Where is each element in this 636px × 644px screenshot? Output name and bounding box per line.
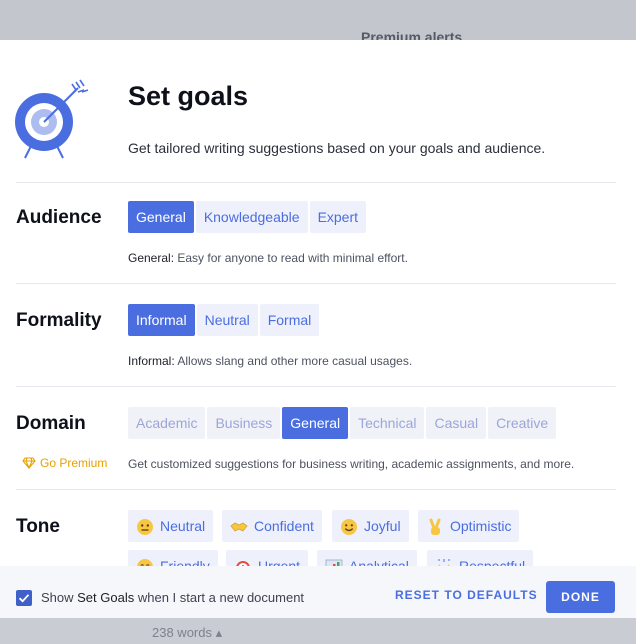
dialog-title: Set goals <box>128 81 249 111</box>
domain-option-academic[interactable]: Academic <box>128 407 206 439</box>
divider <box>16 386 616 387</box>
formality-option-informal[interactable]: Informal <box>128 304 195 336</box>
domain-option-technical[interactable]: Technical <box>350 407 425 439</box>
formality-description: Informal: Allows slang and other more ca… <box>128 354 412 368</box>
divider <box>16 283 616 284</box>
divider <box>16 489 616 490</box>
audience-description: General: Easy for anyone to read with mi… <box>128 251 408 265</box>
background-status-bar: 238 words ▴ <box>0 618 636 644</box>
audience-option-expert[interactable]: Expert <box>309 201 367 233</box>
tone-label-confident: Confident <box>254 518 314 534</box>
domain-description: Get customized suggestions for business … <box>128 457 575 471</box>
domain-label: Domain <box>16 413 86 434</box>
formality-option-formal[interactable]: Formal <box>259 304 320 336</box>
background-toolbar: Premium alerts <box>0 0 636 45</box>
formality-option-neutral[interactable]: Neutral <box>196 304 258 336</box>
domain-option-creative[interactable]: Creative <box>488 407 557 439</box>
dialog-subtitle: Get tailored writing suggestions based o… <box>128 140 546 156</box>
domain-option-casual[interactable]: Casual <box>426 407 487 439</box>
smile-face-icon <box>341 519 357 536</box>
target-arrow-icon <box>15 79 89 159</box>
audience-desc-term: General: <box>128 251 175 265</box>
show-on-start-checkbox[interactable] <box>16 590 32 606</box>
tone-label-neutral: Neutral <box>160 518 206 534</box>
handshake-icon <box>230 522 248 532</box>
domain-option-business[interactable]: Business <box>207 407 281 439</box>
go-premium-link[interactable]: Go Premium <box>22 456 107 470</box>
word-count[interactable]: 238 words ▴ <box>152 625 222 641</box>
divider <box>16 182 616 183</box>
dialog-footer: Show Set Goals when I start a new docume… <box>0 566 636 618</box>
checkmark-icon <box>18 594 30 603</box>
tone-option-confident[interactable]: Confident <box>222 510 322 542</box>
tone-label: Tone <box>16 516 60 537</box>
formality-selector: Informal Neutral Formal <box>128 304 320 336</box>
set-goals-dialog: Set goals Get tailored writing suggestio… <box>0 40 636 618</box>
formality-label: Formality <box>16 310 102 331</box>
formality-desc-text: Allows slang and other more casual usage… <box>174 354 413 368</box>
audience-option-general[interactable]: General <box>128 201 194 233</box>
victory-hand-icon <box>429 518 441 536</box>
domain-option-general[interactable]: General <box>282 407 349 439</box>
done-button[interactable]: DONE <box>546 581 615 613</box>
audience-selector: General Knowledgeable Expert <box>128 201 367 233</box>
tone-option-neutral[interactable]: Neutral <box>128 510 214 542</box>
reset-to-defaults-button[interactable]: RESET TO DEFAULTS <box>395 588 538 602</box>
tone-option-joyful[interactable]: Joyful <box>332 510 409 542</box>
tone-option-optimistic[interactable]: Optimistic <box>418 510 520 542</box>
audience-desc-text: Easy for anyone to read with minimal eff… <box>174 251 408 265</box>
audience-label: Audience <box>16 207 102 228</box>
show-term: Set Goals <box>77 590 135 605</box>
formality-desc-term: Informal: <box>128 354 175 368</box>
show-on-start-label: Show Set Goals when I start a new docume… <box>41 590 304 605</box>
tone-label-optimistic: Optimistic <box>450 518 512 534</box>
neutral-face-icon <box>137 519 153 536</box>
tone-label-joyful: Joyful <box>364 518 401 534</box>
domain-selector: Academic Business General Technical Casu… <box>128 407 557 439</box>
go-premium-label: Go Premium <box>40 456 108 470</box>
show-suffix: when I start a new document <box>134 590 305 605</box>
diamond-icon <box>22 457 36 469</box>
show-prefix: Show <box>41 590 78 605</box>
audience-option-knowledgeable[interactable]: Knowledgeable <box>195 201 308 233</box>
